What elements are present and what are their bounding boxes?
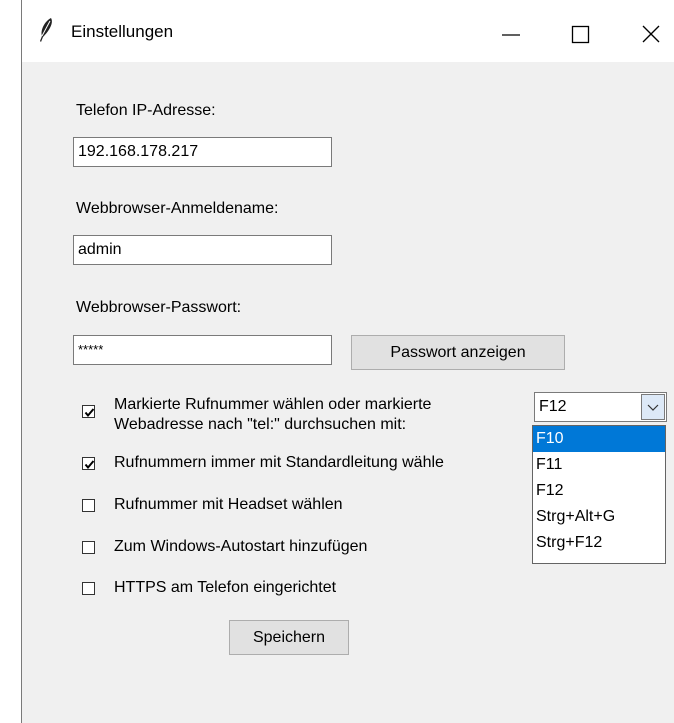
hotkey-selected-value: F12 [539,398,567,415]
close-icon [642,25,660,43]
window-title: Einstellungen [71,22,174,41]
checkmark-icon [84,408,95,418]
username-label: Webbrowser-Anmeldename: [76,200,279,217]
minimize-button[interactable] [488,12,534,52]
username-input[interactable]: admin [73,235,332,265]
standard-line-label: Rufnummern immer mit Standardleitung wäh… [114,454,444,471]
headset-checkbox[interactable] [82,499,95,512]
hotkey-combobox[interactable]: F12 [534,392,667,422]
settings-window: Einstellungen Telefon IP-Adresse: 192.16… [21,0,674,723]
maximize-button[interactable] [558,12,604,52]
save-button[interactable]: Speichern [229,620,349,655]
password-label: Webbrowser-Passwort: [76,299,242,316]
minimize-icon [502,34,520,36]
dropdown-option-f10[interactable]: F10 [533,426,665,452]
dial-marked-label-line1: Markierte Rufnummer wählen oder markiert… [114,396,432,413]
combo-dropdown-button[interactable] [641,394,665,420]
ip-input[interactable]: 192.168.178.217 [73,137,332,167]
standard-line-checkbox[interactable] [82,457,95,470]
show-password-button[interactable]: Passwort anzeigen [351,335,565,370]
hotkey-dropdown-list[interactable]: F10 F11 F12 Strg+Alt+G Strg+F12 [532,425,666,564]
maximize-icon [571,25,590,44]
password-input[interactable]: ***** [73,335,332,365]
dropdown-option-strg-alt-g[interactable]: Strg+Alt+G [533,504,665,530]
dropdown-option-strg-f12[interactable]: Strg+F12 [533,530,665,556]
https-label: HTTPS am Telefon eingerichtet [114,579,337,596]
feather-icon [40,18,52,42]
dial-marked-checkbox[interactable] [82,405,95,418]
dropdown-option-f12[interactable]: F12 [533,478,665,504]
title-bar[interactable]: Einstellungen [22,0,674,62]
dropdown-option-f11[interactable]: F11 [533,452,665,478]
checkmark-icon [84,460,95,470]
https-checkbox[interactable] [82,582,95,595]
autostart-label: Zum Windows-Autostart hinzufügen [114,538,368,555]
dial-marked-label-line2: Webadresse nach "tel:" durchsuchen mit: [114,416,407,433]
headset-label: Rufnummer mit Headset wählen [114,496,343,513]
close-button[interactable] [628,12,674,52]
chevron-down-icon [647,404,659,411]
autostart-checkbox[interactable] [82,541,95,554]
ip-label: Telefon IP-Adresse: [76,102,216,119]
